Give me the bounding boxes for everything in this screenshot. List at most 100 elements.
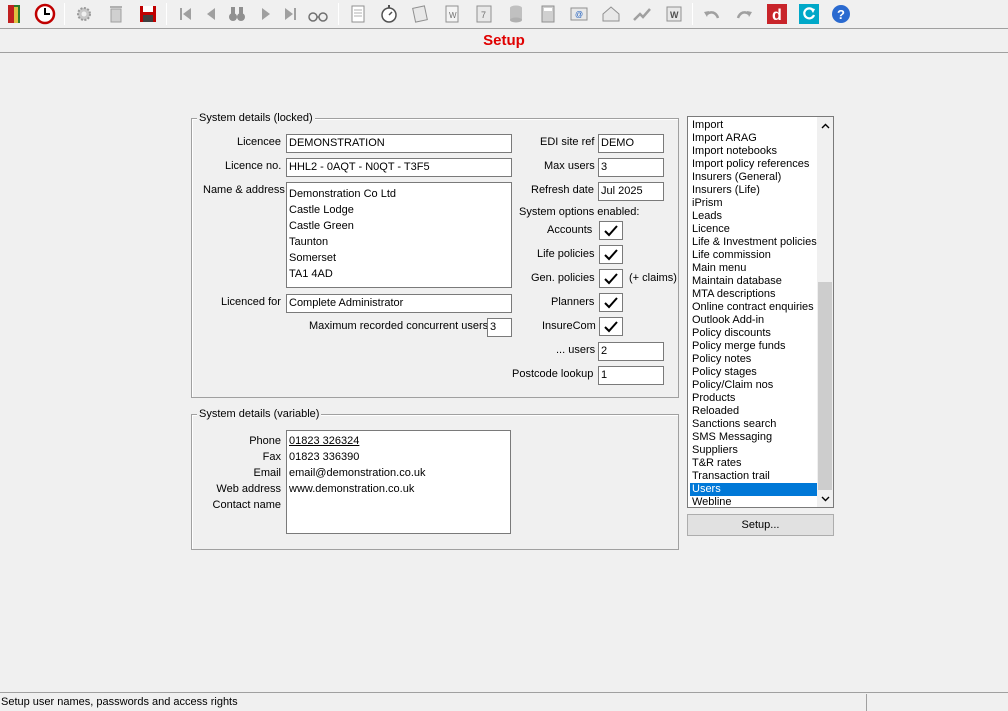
first-record-icon[interactable] (174, 2, 198, 26)
previous-record-icon[interactable] (199, 2, 223, 26)
users-field[interactable]: 2 (598, 342, 664, 361)
status-bar: Setup user names, passwords and access r… (0, 692, 1008, 711)
scroll-thumb[interactable] (818, 282, 832, 490)
spectacles-icon[interactable] (306, 2, 330, 26)
list-item[interactable]: T&R rates (690, 457, 818, 470)
web-address-label: Web address (216, 483, 281, 495)
setup-button[interactable]: Setup... (687, 514, 834, 536)
notepad-icon[interactable] (346, 2, 370, 26)
email-icon[interactable]: @ (567, 2, 591, 26)
refresh-icon[interactable] (797, 2, 821, 26)
option-accounts-label: Accounts (547, 224, 593, 236)
list-item[interactable]: Import (690, 119, 818, 132)
d-logo-icon[interactable]: d (765, 2, 789, 26)
licence-no-label: Licence no. (225, 160, 282, 172)
list-item[interactable]: Policy stages (690, 366, 818, 379)
fax-value[interactable]: 01823 336390 (289, 449, 508, 465)
scroll-up-icon[interactable] (817, 119, 833, 133)
list-item[interactable]: Online contract enquiries (690, 301, 818, 314)
list-item[interactable]: Life commission (690, 249, 818, 262)
email-label: Email (253, 467, 281, 479)
option-insurecom-checkbox[interactable] (599, 317, 623, 336)
chart-arrow-icon[interactable] (630, 2, 654, 26)
list-item[interactable]: Licence (690, 223, 818, 236)
list-item[interactable]: Sanctions search (690, 418, 818, 431)
database-icon[interactable] (504, 2, 528, 26)
licenced-for-field[interactable]: Complete Administrator (286, 294, 512, 313)
exit-door-icon[interactable] (3, 2, 27, 26)
max-users-label: Max users (544, 160, 595, 172)
delete-bin-icon[interactable] (104, 2, 128, 26)
option-accounts-checkbox[interactable] (599, 221, 623, 240)
list-item[interactable]: Transaction trail (690, 470, 818, 483)
refresh-date-field[interactable]: Jul 2025 (598, 182, 664, 201)
list-item[interactable]: Webline (690, 496, 818, 507)
list-item[interactable]: Import ARAG (690, 132, 818, 145)
list-item[interactable]: Import notebooks (690, 145, 818, 158)
find-binoculars-icon[interactable] (225, 2, 249, 26)
list-item[interactable]: Reloaded (690, 405, 818, 418)
clock-arrow-icon[interactable] (33, 2, 57, 26)
list-item[interactable]: Life & Investment policies (690, 236, 818, 249)
settings-gear-icon[interactable] (72, 2, 96, 26)
diary-icon[interactable]: 7 (472, 2, 496, 26)
list-item[interactable]: Users (690, 483, 818, 496)
postcode-field[interactable]: 1 (598, 366, 664, 385)
list-item[interactable]: Policy notes (690, 353, 818, 366)
max-concurrent-label: Maximum recorded concurrent users (309, 320, 489, 332)
list-item[interactable]: Main menu (690, 262, 818, 275)
save-disk-icon[interactable] (136, 2, 160, 26)
list-item[interactable]: Import policy references (690, 158, 818, 171)
svg-text:d: d (772, 7, 782, 24)
web-address-value[interactable]: www.demonstration.co.uk (289, 481, 508, 497)
scroll-icon[interactable] (408, 2, 432, 26)
list-item[interactable]: Products (690, 392, 818, 405)
phone-value[interactable]: 01823 326324 (289, 433, 508, 449)
contact-details-field[interactable]: 01823 326324 01823 336390 email@demonstr… (286, 430, 511, 534)
list-item[interactable]: Maintain database (690, 275, 818, 288)
list-item[interactable]: iPrism (690, 197, 818, 210)
setup-options-list[interactable]: Import Import ARAG Import notebooks Import … (687, 116, 834, 508)
list-item[interactable]: Outlook Add-in (690, 314, 818, 327)
licence-no-field[interactable]: HHL2 - 0AQT - N0QT - T3F5 (286, 158, 512, 177)
list-item[interactable]: SMS Messaging (690, 431, 818, 444)
last-record-icon[interactable] (278, 2, 302, 26)
status-pane (866, 694, 1006, 711)
list-item[interactable]: MTA descriptions (690, 288, 818, 301)
checkmark-icon (604, 297, 618, 309)
option-insurecom-label: InsureCom (542, 320, 596, 332)
refresh-date-label: Refresh date (531, 184, 594, 196)
list-item[interactable]: Policy/Claim nos (690, 379, 818, 392)
list-item[interactable]: Policy discounts (690, 327, 818, 340)
next-record-icon[interactable] (254, 2, 278, 26)
checkmark-icon (604, 249, 618, 261)
max-users-field[interactable]: 3 (598, 158, 664, 177)
option-gen-policies-checkbox[interactable] (599, 269, 623, 288)
licenced-for-label: Licenced for (221, 296, 281, 308)
help-icon[interactable]: ? (829, 2, 853, 26)
locked-group-title: System details (locked) (197, 112, 315, 125)
option-planners-checkbox[interactable] (599, 293, 623, 312)
stopwatch-icon[interactable] (377, 2, 401, 26)
status-text: Setup user names, passwords and access r… (1, 696, 238, 708)
list-scrollbar[interactable] (817, 117, 833, 507)
undo-icon[interactable] (700, 2, 724, 26)
edi-field[interactable]: DEMO (598, 134, 664, 153)
scroll-down-icon[interactable] (817, 492, 833, 506)
word-doc-icon[interactable]: W (440, 2, 464, 26)
list-item[interactable]: Suppliers (690, 444, 818, 457)
home-icon[interactable] (599, 2, 623, 26)
max-concurrent-field[interactable]: 3 (487, 318, 512, 337)
email-value[interactable]: email@demonstration.co.uk (289, 465, 508, 481)
redo-icon[interactable] (732, 2, 756, 26)
list-item[interactable]: Insurers (General) (690, 171, 818, 184)
option-life-policies-checkbox[interactable] (599, 245, 623, 264)
list-item[interactable]: Policy merge funds (690, 340, 818, 353)
list-item[interactable]: Leads (690, 210, 818, 223)
address-line: Somerset (289, 252, 337, 264)
list-item[interactable]: Insurers (Life) (690, 184, 818, 197)
licencee-field[interactable]: DEMONSTRATION (286, 134, 512, 153)
address-field[interactable]: Demonstration Co Ltd Castle Lodge Castle… (286, 182, 512, 288)
calculator-icon[interactable] (536, 2, 560, 26)
word-export-icon[interactable]: W (662, 2, 686, 26)
